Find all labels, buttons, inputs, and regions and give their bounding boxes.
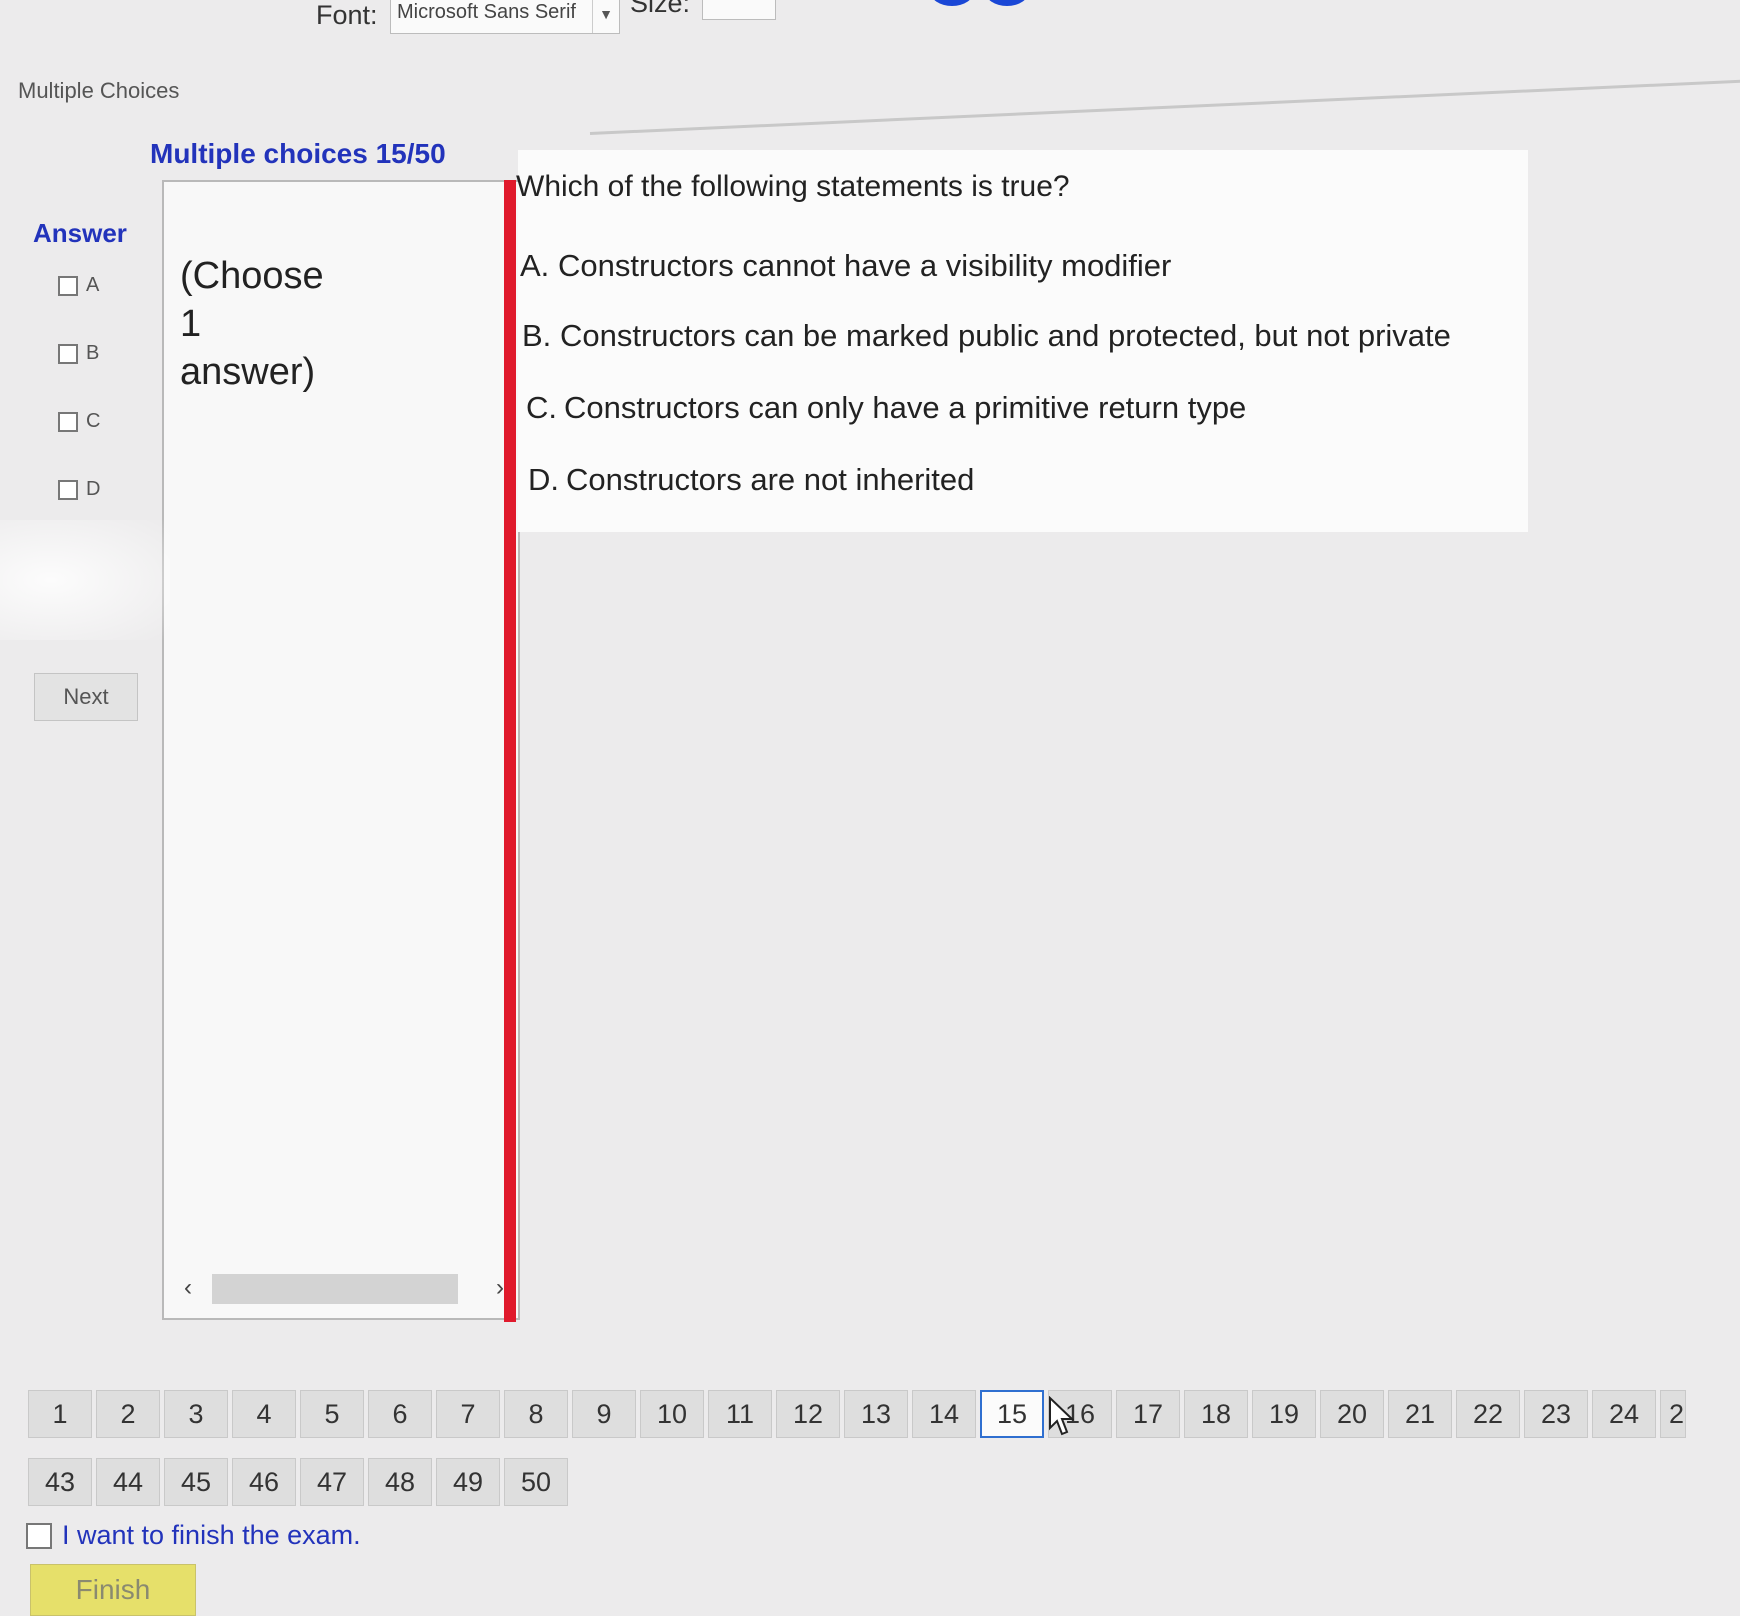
page-button[interactable]: 45 xyxy=(164,1458,228,1506)
page-button[interactable]: 11 xyxy=(708,1390,772,1438)
page-button[interactable]: 3 xyxy=(164,1390,228,1438)
page-button[interactable]: 9 xyxy=(572,1390,636,1438)
mouse-cursor-icon xyxy=(1049,1396,1074,1436)
answer-option-label: B xyxy=(86,342,100,364)
chevron-down-icon[interactable]: ▼ xyxy=(592,0,619,33)
page-button[interactable]: 22 xyxy=(1456,1390,1520,1438)
page-button[interactable]: 8 xyxy=(504,1390,568,1438)
page-button[interactable]: 19 xyxy=(1252,1390,1316,1438)
instruction-pane: (Choose 1 answer) ‹ › xyxy=(162,180,520,1320)
page-button[interactable]: 21 xyxy=(1388,1390,1452,1438)
answer-option-b[interactable]: B xyxy=(58,342,99,365)
page-button[interactable]: 6 xyxy=(368,1390,432,1438)
font-select-value: Microsoft Sans Serif xyxy=(397,1,576,23)
page-button[interactable]: 18 xyxy=(1184,1390,1248,1438)
pane-separator[interactable] xyxy=(504,180,516,1322)
size-select[interactable] xyxy=(702,0,776,20)
choice-d: D. Constructors are not inherited xyxy=(528,462,974,498)
choice-text: Constructors can only have a primitive r… xyxy=(564,390,1247,425)
question-text: Which of the following statements is tru… xyxy=(516,170,1070,203)
choice-text: Constructors can be marked public and pr… xyxy=(560,318,1451,353)
page-button[interactable]: 12 xyxy=(776,1390,840,1438)
page-button[interactable]: 23 xyxy=(1524,1390,1588,1438)
toolbar-blue-icon-1[interactable] xyxy=(930,0,974,6)
choice-text: Constructors are not inherited xyxy=(566,462,975,497)
instruction-text: (Choose 1 answer) xyxy=(180,255,324,393)
font-select[interactable]: Microsoft Sans Serif ▼ xyxy=(390,0,620,34)
page-button[interactable]: 24 xyxy=(1592,1390,1656,1438)
answer-option-label: A xyxy=(86,274,100,296)
page-button[interactable]: 17 xyxy=(1116,1390,1180,1438)
page-button[interactable]: 46 xyxy=(232,1458,296,1506)
choice-c: C. Constructors can only have a primitive… xyxy=(526,390,1246,426)
choice-text: Constructors cannot have a visibility mo… xyxy=(558,248,1172,283)
header-divider xyxy=(589,76,1740,135)
scroll-right-icon[interactable]: › xyxy=(496,1274,504,1302)
page-nav-row-2: 43 44 45 46 47 48 49 50 xyxy=(28,1458,572,1506)
quiz-title: Multiple choices 15/50 xyxy=(150,138,446,169)
answer-checkbox-c[interactable] xyxy=(58,411,78,432)
finish-exam-checkbox[interactable] xyxy=(26,1522,52,1549)
scroll-thumb[interactable] xyxy=(212,1274,458,1304)
choice-b: B. Constructors can be marked public and … xyxy=(522,318,1451,354)
choice-letter: C. xyxy=(526,390,557,425)
answer-checkbox-d[interactable] xyxy=(58,479,78,500)
page-button[interactable]: 50 xyxy=(504,1458,568,1506)
answer-checkbox-b[interactable] xyxy=(58,343,78,364)
module-title: Multiple Choices xyxy=(18,78,180,103)
choice-letter: B. xyxy=(522,318,552,353)
answer-title: Answer xyxy=(33,218,127,248)
toolbar-blue-icon-2[interactable] xyxy=(985,0,1029,6)
page-button[interactable]: 20 xyxy=(1320,1390,1384,1438)
page-button[interactable]: 5 xyxy=(300,1390,364,1438)
page-button[interactable]: 13 xyxy=(844,1390,908,1438)
choice-a: A. Constructors cannot have a visibility … xyxy=(520,248,1171,284)
finish-exam-option[interactable]: I want to finish the exam. xyxy=(26,1520,361,1551)
page-button[interactable]: 14 xyxy=(912,1390,976,1438)
answer-option-label: D xyxy=(86,478,101,500)
page-button[interactable]: 2 xyxy=(96,1390,160,1438)
choice-letter: A. xyxy=(520,248,550,283)
page-button[interactable]: 1 xyxy=(28,1390,92,1438)
answer-checkbox-a[interactable] xyxy=(58,275,78,296)
answer-option-c[interactable]: C xyxy=(58,410,100,433)
screen-glare xyxy=(0,520,170,640)
page-button[interactable]: 2 xyxy=(1660,1390,1686,1438)
finish-exam-label: I want to finish the exam. xyxy=(62,1520,361,1550)
page-button[interactable]: 49 xyxy=(436,1458,500,1506)
answer-option-d[interactable]: D xyxy=(58,478,100,501)
scroll-left-icon[interactable]: ‹ xyxy=(184,1274,192,1302)
page-nav-row-1: 1 2 3 4 5 6 7 8 9 10 11 12 13 14 15 16 1… xyxy=(28,1390,1690,1438)
page-button[interactable]: 44 xyxy=(96,1458,160,1506)
page-button[interactable]: 4 xyxy=(232,1390,296,1438)
page-button[interactable]: 7 xyxy=(436,1390,500,1438)
page-button-current[interactable]: 15 xyxy=(980,1390,1044,1438)
page-button[interactable]: 48 xyxy=(368,1458,432,1506)
answer-option-a[interactable]: A xyxy=(58,274,99,297)
finish-button[interactable]: Finish xyxy=(30,1564,196,1616)
size-label: Size: xyxy=(630,0,691,18)
page-button[interactable]: 47 xyxy=(300,1458,364,1506)
choice-letter: D. xyxy=(528,462,559,497)
page-button[interactable]: 43 xyxy=(28,1458,92,1506)
page-button[interactable]: 10 xyxy=(640,1390,704,1438)
next-button[interactable]: Next xyxy=(34,673,138,721)
font-label: Font: xyxy=(316,0,378,30)
answer-option-label: C xyxy=(86,410,101,432)
horizontal-scrollbar[interactable]: ‹ › xyxy=(174,1268,510,1308)
